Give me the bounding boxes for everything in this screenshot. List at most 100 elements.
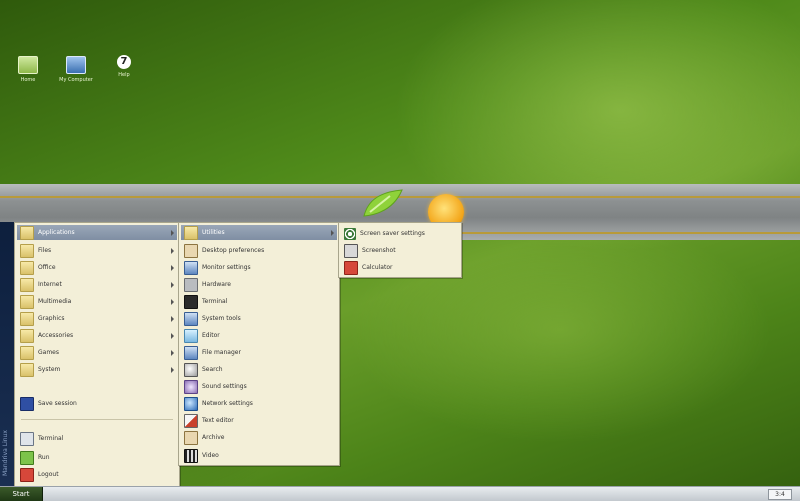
submenu-utilities: Screen saver settings Screenshot Calcula…	[338, 222, 462, 278]
folder-icon	[20, 277, 34, 292]
taskbar: Start 3:4	[0, 486, 800, 501]
menu-item-applications[interactable]: Applications	[17, 225, 177, 240]
desktop-icon-home[interactable]: Home	[8, 56, 48, 83]
monitor-icon	[66, 56, 86, 74]
menu-item-label: Network settings	[202, 400, 253, 407]
network-icon	[184, 396, 198, 411]
menu-item-label: Utilities	[202, 229, 225, 236]
menu-item-files[interactable]: Files	[17, 243, 177, 258]
menu-item-label: Games	[38, 349, 59, 356]
menu-item-logout[interactable]: Logout	[17, 467, 177, 482]
menu-item-screensaver[interactable]: Screen saver settings	[341, 226, 459, 241]
menu-item-archive[interactable]: Archive	[181, 430, 337, 445]
submenu-arrow-icon	[171, 281, 174, 288]
submenu-arrow-icon	[171, 349, 174, 356]
menu-item-hardware[interactable]: Hardware	[181, 277, 337, 292]
calculator-icon	[344, 260, 358, 275]
search-icon	[184, 362, 198, 377]
menu-item-label: Multimedia	[38, 298, 72, 305]
menu-item-label: Terminal	[202, 298, 228, 305]
menu-item-file-manager[interactable]: File manager	[181, 345, 337, 360]
menu-item-screenshot[interactable]: Screenshot	[341, 243, 459, 258]
folder-icon	[18, 56, 38, 74]
menu-item-monitor-settings[interactable]: Monitor settings	[181, 260, 337, 275]
submenu-arrow-icon	[171, 332, 174, 339]
menu-item-label: Applications	[38, 229, 75, 236]
folder-icon	[20, 328, 34, 343]
desktop-icon-computer[interactable]: My Computer	[56, 56, 96, 83]
folder-icon	[184, 225, 198, 240]
menu-item-utilities[interactable]: Utilities	[181, 225, 337, 240]
video-icon	[184, 448, 198, 463]
tools-icon	[184, 311, 198, 326]
submenu-arrow-icon	[171, 264, 174, 271]
menu-item-terminal[interactable]: Terminal	[17, 431, 177, 446]
menu-item-search[interactable]: Search	[181, 362, 337, 377]
preferences-icon	[184, 243, 198, 258]
menu-item-calculator[interactable]: Calculator	[341, 260, 459, 275]
tray-clock[interactable]: 3:4	[768, 489, 792, 500]
menu-item-label: Save session	[38, 400, 77, 407]
submenu-arrow-icon	[171, 247, 174, 254]
menu-item-label: Search	[202, 366, 223, 373]
menu-item-label: Terminal	[38, 435, 64, 442]
desktop-icon-label: Help	[118, 72, 130, 78]
run-icon	[20, 450, 34, 465]
menu-item-label: Hardware	[202, 281, 231, 288]
sidebar-brand-text: Mandriva Linux	[2, 430, 9, 476]
menu-item-desktop-preferences[interactable]: Desktop preferences	[181, 243, 337, 258]
menu-item-label: System	[38, 366, 61, 373]
menu-item-multimedia[interactable]: Multimedia	[17, 294, 177, 309]
file-manager-icon	[184, 345, 198, 360]
folder-icon	[20, 260, 34, 275]
menu-item-label: Office	[38, 264, 56, 271]
folder-icon	[20, 311, 34, 326]
submenu-arrow-icon	[171, 315, 174, 322]
menu-item-label: Logout	[38, 471, 59, 478]
menu-item-sound-settings[interactable]: Sound settings	[181, 379, 337, 394]
menu-item-editor[interactable]: Editor	[181, 328, 337, 343]
archive-icon	[184, 430, 198, 445]
menu-item-network-settings[interactable]: Network settings	[181, 396, 337, 411]
folder-icon	[20, 225, 34, 240]
menu-item-label: Sound settings	[202, 383, 247, 390]
menu-item-label: System tools	[202, 315, 241, 322]
submenu-arrow-icon	[171, 298, 174, 305]
folder-icon	[20, 345, 34, 360]
help-icon: 7	[117, 55, 131, 69]
menu-item-office[interactable]: Office	[17, 260, 177, 275]
editor-icon	[184, 328, 198, 343]
hardware-icon	[184, 277, 198, 292]
menu-item-label: Screenshot	[362, 247, 396, 254]
menu-item-games[interactable]: Games	[17, 345, 177, 360]
desktop-icon-label: My Computer	[59, 77, 93, 83]
start-menu: Applications Files Office Internet Multi…	[14, 222, 180, 488]
menu-item-graphics[interactable]: Graphics	[17, 311, 177, 326]
menu-item-label: File manager	[202, 349, 241, 356]
terminal-icon	[20, 431, 34, 446]
menu-item-label: Accessories	[38, 332, 74, 339]
desktop-icon-help[interactable]: 7 Help	[104, 55, 144, 78]
monitor-icon	[184, 260, 198, 275]
spiral-icon	[344, 227, 356, 240]
submenu-arrow-icon	[171, 229, 174, 236]
menu-item-accessories[interactable]: Accessories	[17, 328, 177, 343]
menu-item-save-session[interactable]: Save session	[17, 396, 177, 411]
terminal-icon	[184, 294, 198, 309]
menu-item-terminal[interactable]: Terminal	[181, 294, 337, 309]
logo-leaf-icon	[363, 189, 403, 217]
menu-item-text-editor[interactable]: Text editor	[181, 413, 337, 428]
menu-item-label: Text editor	[202, 417, 234, 424]
folder-icon	[20, 362, 34, 377]
folder-icon	[20, 243, 34, 258]
menu-item-label: Internet	[38, 281, 62, 288]
folder-icon	[20, 294, 34, 309]
pen-icon	[184, 413, 198, 428]
menu-item-system-tools[interactable]: System tools	[181, 311, 337, 326]
menu-item-internet[interactable]: Internet	[17, 277, 177, 292]
menu-separator	[21, 419, 173, 420]
menu-item-video[interactable]: Video	[181, 448, 337, 463]
start-button[interactable]: Start	[0, 487, 43, 501]
menu-item-system[interactable]: System	[17, 362, 177, 377]
menu-item-run[interactable]: Run	[17, 450, 177, 465]
